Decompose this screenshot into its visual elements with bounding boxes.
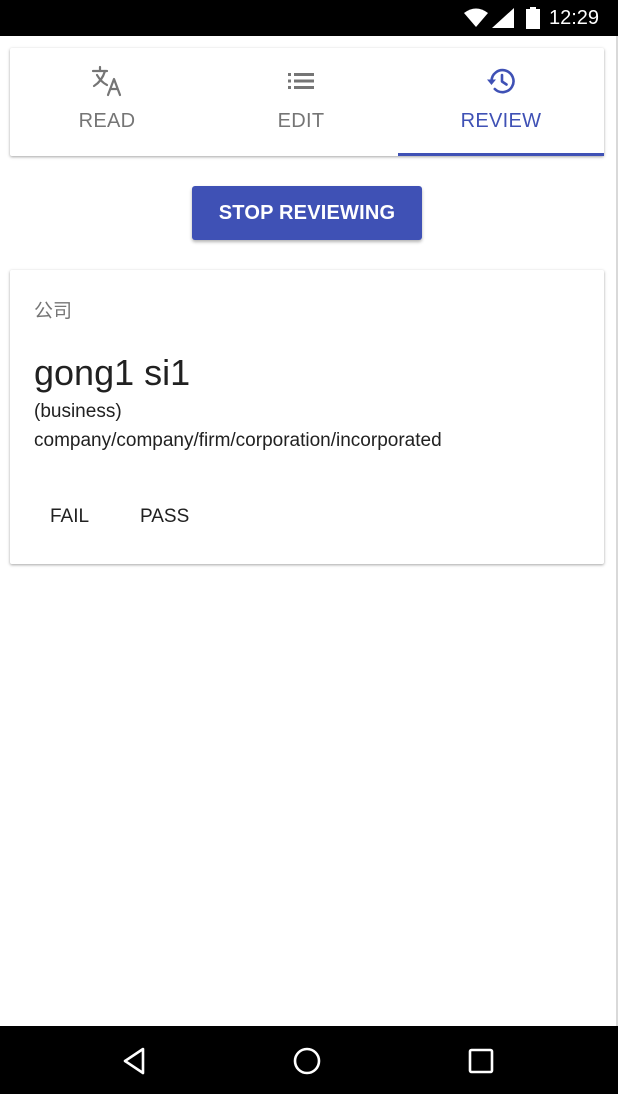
battery-icon — [526, 7, 540, 29]
review-card: 公司 gong1 si1 (business) company/company/… — [10, 270, 604, 564]
tab-review[interactable]: REVIEW — [398, 48, 604, 156]
tab-read[interactable]: READ — [10, 48, 204, 156]
fail-button[interactable]: FAIL — [34, 502, 105, 532]
wifi-icon — [464, 8, 488, 27]
back-icon[interactable] — [119, 1046, 149, 1076]
cell-signal-icon — [492, 8, 514, 28]
pass-button[interactable]: PASS — [124, 502, 205, 532]
tab-edit[interactable]: EDIT — [204, 48, 398, 156]
chinese-word: 公司 — [34, 300, 73, 322]
pinyin: gong1 si1 — [34, 352, 191, 393]
tab-bar: READ EDIT REVIEW — [10, 48, 604, 156]
home-icon[interactable] — [292, 1046, 322, 1076]
navigation-bar — [0, 1026, 618, 1094]
status-bar: 12:29 — [0, 0, 618, 36]
history-icon — [487, 68, 515, 94]
recents-icon[interactable] — [466, 1046, 496, 1076]
translate-icon — [91, 65, 122, 97]
part-of-speech: (business) — [34, 401, 122, 422]
tab-review-label: REVIEW — [460, 110, 542, 132]
definition: company/company/firm/corporation/incorpo… — [34, 430, 442, 451]
tab-edit-label: EDIT — [277, 110, 325, 132]
active-tab-indicator — [398, 153, 604, 156]
stop-reviewing-button[interactable]: STOP REVIEWING — [192, 186, 422, 240]
list-icon — [288, 73, 314, 89]
tab-read-label: READ — [78, 110, 136, 132]
status-time: 12:29 — [549, 7, 600, 29]
